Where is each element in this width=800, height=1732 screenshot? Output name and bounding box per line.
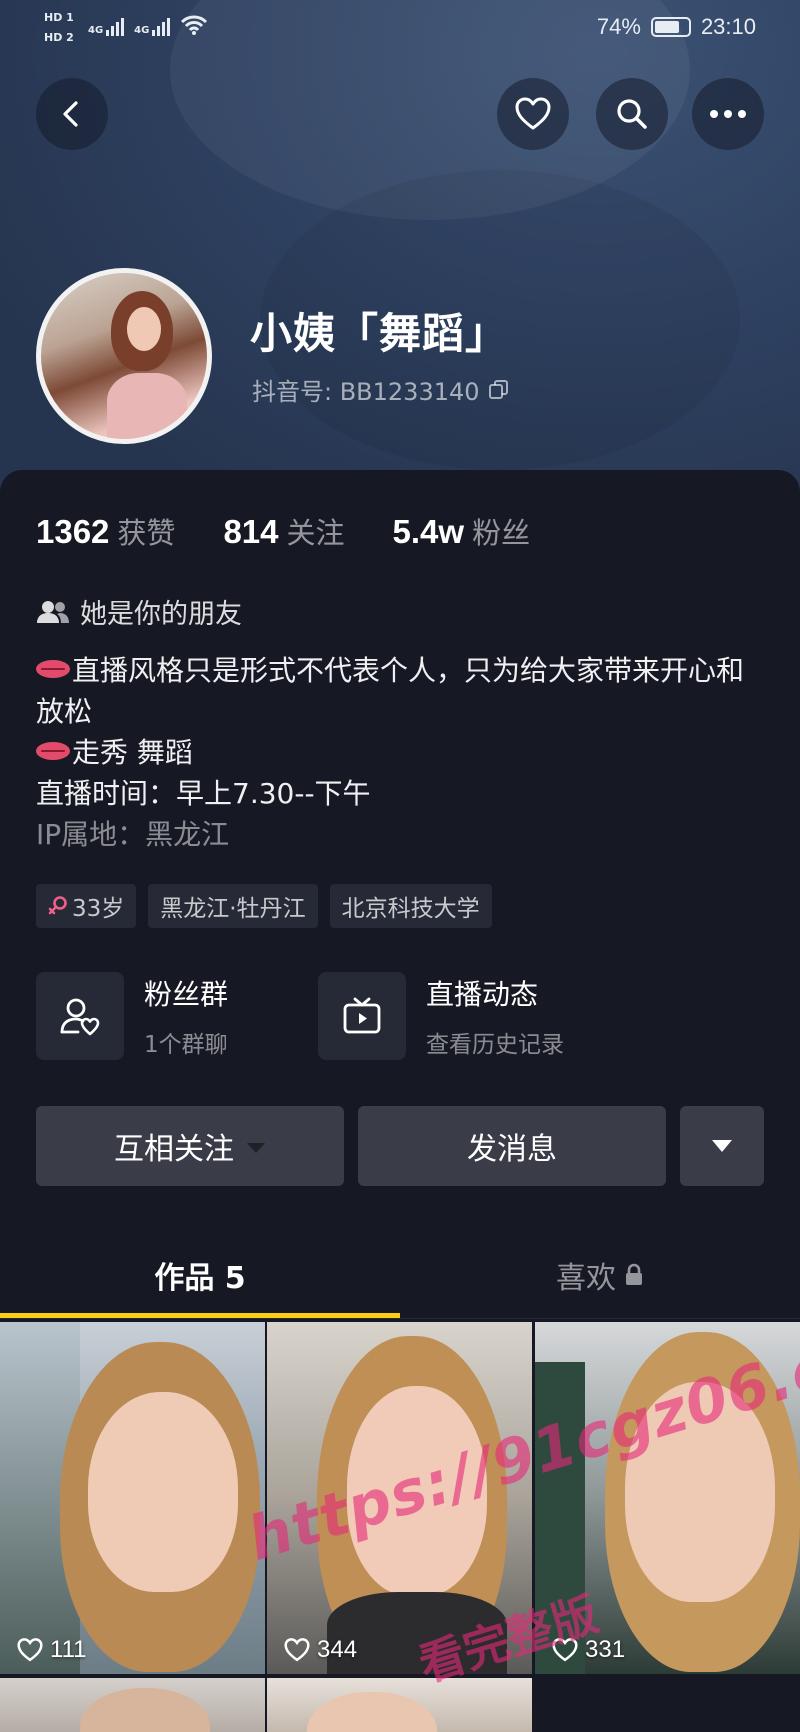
clock: 23:10 (700, 14, 756, 39)
triangle-down-icon (712, 1140, 732, 1152)
lips-emoji-icon (36, 660, 70, 678)
live-tv-icon (343, 997, 381, 1034)
bio-line-1: 直播风格只是形式不代表个人，只为给大家带来开心和放松 (36, 654, 745, 728)
sim-indicators: HD 1 HD 2 (44, 8, 74, 48)
mutual-follow-label: 互相关注 (114, 1132, 234, 1167)
tag-age: 33岁 (36, 884, 137, 928)
tab-works-label: 作品 5 (154, 1261, 246, 1296)
fan-group-entry[interactable]: 粉丝群 1个群聊 (36, 972, 228, 1060)
video-1-like-count: 111 (50, 1636, 87, 1663)
video-thumbnail-5[interactable] (267, 1678, 532, 1732)
live-history-entry[interactable]: 直播动态 查看历史记录 (318, 972, 564, 1060)
video-2-like-count: 344 (317, 1636, 358, 1663)
more-icon (710, 110, 746, 118)
video-2-likes: 344 (283, 1636, 357, 1664)
live-history-subtitle: 查看历史记录 (426, 1032, 564, 1058)
stat-likes-label: 获赞 (117, 516, 176, 550)
lips-emoji-icon (36, 742, 70, 760)
fan-group-title: 粉丝群 (144, 978, 229, 1011)
friends-icon (37, 600, 69, 623)
chevron-left-icon (63, 101, 78, 127)
signal-indicators: 4G 4G (88, 14, 208, 36)
stat-followers[interactable]: 5.4w 粉丝 (393, 510, 531, 552)
more-button[interactable] (692, 78, 764, 150)
search-icon (617, 99, 647, 129)
bio-line-2: 走秀 舞蹈 (72, 736, 193, 769)
profile-bio: 直播风格只是形式不代表个人，只为给大家带来开心和放松 走秀 舞蹈 直播时间：早上… (36, 650, 766, 855)
stat-followers-label: 粉丝 (472, 516, 531, 550)
video-1-likes: 111 (16, 1636, 86, 1664)
stat-likes-value: 1362 (36, 513, 110, 550)
tab-divider (0, 1318, 800, 1319)
fan-group-subtitle: 1个群聊 (144, 1032, 228, 1058)
wifi-icon (181, 15, 208, 35)
live-history-title: 直播动态 (426, 978, 539, 1011)
stat-following-value: 814 (223, 513, 279, 550)
network-type-2: 4G (134, 25, 150, 36)
heart-outline-icon (284, 1638, 310, 1662)
sim1-hd-label: HD 1 (44, 11, 74, 24)
send-message-button[interactable]: 发消息 (358, 1106, 666, 1186)
tag-age-text: 33岁 (72, 896, 125, 922)
profile-stats: 1362 获赞 814 关注 5.4w 粉丝 (36, 510, 530, 552)
friend-text: 她是你的朋友 (80, 599, 242, 630)
battery-percent: 74% (596, 14, 641, 39)
stat-following-label: 关注 (286, 516, 345, 550)
caret-down-icon (247, 1143, 265, 1153)
search-button[interactable] (596, 78, 668, 150)
avatar[interactable] (36, 268, 212, 444)
tag-location: 黑龙江·牡丹江 (148, 884, 318, 928)
fan-group-icon-box (36, 972, 124, 1060)
tab-liked[interactable]: 喜欢 (400, 1240, 800, 1310)
female-icon (48, 896, 67, 915)
battery-icon (650, 17, 691, 37)
video-thumbnail-1[interactable]: 111 (0, 1322, 265, 1674)
bio-line-3: 直播时间：早上7.30--下午 (36, 777, 371, 810)
tab-works[interactable]: 作品 5 (0, 1240, 400, 1310)
more-options-dropdown-button[interactable] (680, 1106, 764, 1186)
profile-name: 小姨「舞蹈」 (250, 309, 509, 358)
favorite-button[interactable] (497, 78, 569, 150)
lock-icon (626, 1263, 642, 1285)
ip-location: IP属地：黑龙江 (36, 818, 230, 851)
stat-likes[interactable]: 1362 获赞 (36, 510, 175, 552)
stat-following[interactable]: 814 关注 (223, 510, 344, 552)
profile-tags: 33岁 黑龙江·牡丹江 北京科技大学 (36, 884, 492, 928)
network-type-1: 4G (88, 25, 104, 36)
douyin-id: 抖音号: BB1233140 (252, 378, 480, 406)
back-button[interactable] (36, 78, 108, 150)
signal-bars-2-icon (152, 18, 171, 36)
copy-icon[interactable] (488, 379, 510, 401)
signal-bars-1-icon (106, 18, 125, 36)
stat-followers-value: 5.4w (392, 513, 465, 550)
tab-liked-label: 喜欢 (556, 1261, 616, 1296)
heart-icon (515, 97, 551, 130)
video-thumbnail-4[interactable] (0, 1678, 265, 1732)
content-tabs: 作品 5 喜欢 (0, 1240, 800, 1320)
sim2-hd-label: HD 2 (44, 31, 74, 44)
live-icon-box (318, 972, 406, 1060)
send-message-label: 发消息 (467, 1132, 557, 1167)
heart-outline-icon (17, 1638, 43, 1662)
status-bar: HD 1 HD 2 4G 4G 74% 23:10 (0, 0, 800, 56)
friend-indicator: 她是你的朋友 (36, 592, 242, 631)
fan-group-icon (60, 998, 100, 1036)
tag-school: 北京科技大学 (329, 884, 492, 928)
mutual-follow-button[interactable]: 互相关注 (36, 1106, 344, 1186)
douyin-id-row[interactable]: 抖音号: BB1233140 (252, 372, 510, 407)
